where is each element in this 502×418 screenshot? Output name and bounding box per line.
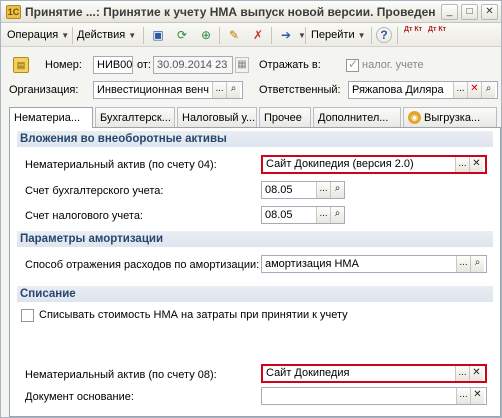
- select-button[interactable]: ...: [316, 182, 330, 198]
- date-label: от:: [137, 59, 151, 71]
- clear-icon[interactable]: ✕: [467, 82, 481, 98]
- calendar-icon[interactable]: ▦: [235, 57, 249, 73]
- intangible-04-label: Нематериальный актив (по счету 04):: [25, 159, 217, 171]
- responsible-field[interactable]: Ряжапова Диляра ... ✕ ⌕: [348, 81, 498, 99]
- tab-additional[interactable]: Дополнител...: [313, 107, 401, 127]
- tab-bar: Нематериа... Бухгалтерск... Налоговый у.…: [9, 107, 499, 128]
- base-document-label: Документ основание:: [25, 391, 134, 403]
- refresh-icon[interactable]: ⟳: [173, 26, 191, 44]
- select-button[interactable]: ...: [316, 207, 330, 223]
- save-icon[interactable]: ▣: [149, 26, 167, 44]
- title-bar: 1С Принятие ...: Принятие к учету НМА вы…: [1, 1, 501, 23]
- intangible-04-field[interactable]: Сайт Докипедия (версия 2.0) ... ✕: [261, 155, 487, 174]
- writeoff-checkbox-label: Списывать стоимость НМА на затраты при п…: [39, 309, 348, 321]
- tax-accounting-label: налог. учете: [362, 59, 424, 71]
- toolbar-divider: [271, 27, 272, 44]
- window-title: Принятие ...: Принятие к учету НМА выпус…: [25, 5, 435, 19]
- writeoff-checkbox[interactable]: [21, 309, 34, 322]
- based-on-icon[interactable]: ➔: [277, 26, 295, 44]
- accounting-account-value: 08.05: [265, 184, 293, 196]
- operation-menu[interactable]: Операция ▼: [7, 27, 69, 44]
- add-copy-icon[interactable]: ⊕: [197, 26, 215, 44]
- export-icon: ◉: [408, 111, 421, 124]
- toolbar-divider: [143, 27, 144, 44]
- toolbar-divider: [305, 27, 306, 44]
- actions-menu[interactable]: Действия ▼: [77, 27, 136, 44]
- amortization-method-label: Способ отражения расходов по амортизации…: [25, 259, 260, 271]
- select-button[interactable]: ...: [455, 366, 469, 381]
- clear-icon[interactable]: ✕: [469, 157, 483, 172]
- date-field[interactable]: 30.09.2014 23: [153, 56, 233, 74]
- help-icon[interactable]: ?: [376, 27, 392, 43]
- chevron-down-icon: ▼: [128, 31, 137, 40]
- intangible-08-field[interactable]: Сайт Докипедия ... ✕: [261, 364, 487, 383]
- amortization-method-value: амортизация НМА: [265, 258, 359, 270]
- tab-export-label: Выгрузка...: [424, 112, 481, 124]
- unpost-document-icon[interactable]: ✗: [249, 26, 267, 44]
- clear-icon[interactable]: ✕: [470, 388, 484, 404]
- toolbar-divider: [397, 27, 398, 44]
- organization-label: Организация:: [9, 84, 79, 96]
- section-amortization: Параметры амортизации: [17, 231, 493, 247]
- toolbar-divider: [72, 27, 73, 44]
- section-noncurrent-assets: Вложения во внеоборотные активы: [17, 131, 493, 147]
- dt-kt-report-icon[interactable]: Дт Кт: [403, 26, 423, 44]
- search-icon[interactable]: ⌕: [330, 207, 344, 223]
- organization-field[interactable]: Инвестиционная венч ... ⌕: [93, 81, 243, 99]
- intangible-04-value: Сайт Докипедия (версия 2.0): [266, 158, 414, 170]
- intangible-08-label: Нематериальный актив (по счету 08):: [25, 369, 217, 381]
- document-icon: ▤: [13, 57, 29, 73]
- minimize-icon[interactable]: _: [441, 4, 458, 20]
- amortization-method-field[interactable]: амортизация НМА ... ⌕: [261, 255, 487, 273]
- select-button[interactable]: ...: [453, 82, 467, 98]
- section-writeoff: Списание: [17, 286, 493, 302]
- responsible-value: Ряжапова Диляра: [352, 84, 444, 96]
- select-button[interactable]: ...: [455, 157, 469, 172]
- tab-tax[interactable]: Налоговый у...: [177, 107, 257, 127]
- organization-value: Инвестиционная венч: [97, 84, 209, 96]
- number-field[interactable]: НИВ00: [93, 56, 133, 74]
- select-button[interactable]: ...: [212, 82, 226, 98]
- accounting-account-label: Счет бухгалтерского учета:: [25, 185, 164, 197]
- search-icon[interactable]: ⌕: [226, 82, 240, 98]
- clear-icon[interactable]: ✕: [469, 366, 483, 381]
- goto-menu[interactable]: Перейти ▼: [311, 27, 366, 44]
- operation-menu-label: Операция: [7, 29, 59, 41]
- base-document-field[interactable]: ... ✕: [261, 387, 487, 405]
- close-icon[interactable]: ✕: [481, 4, 498, 20]
- app-icon: 1С: [6, 5, 21, 19]
- toolbar-divider: [219, 27, 220, 44]
- chevron-down-icon: ▼: [61, 31, 70, 40]
- toolbar: Операция ▼ Действия ▼ ▣ ⟳ ⊕ ✎ ✗ ➔ ▼ Перейт…: [1, 23, 501, 47]
- tab-other[interactable]: Прочее: [259, 107, 311, 127]
- responsible-label: Ответственный:: [259, 84, 341, 96]
- tax-account-field[interactable]: 08.05 ... ⌕: [261, 206, 345, 224]
- search-icon[interactable]: ⌕: [470, 256, 484, 272]
- reflect-label: Отражать в:: [259, 59, 321, 71]
- tax-accounting-checkbox[interactable]: [346, 57, 359, 72]
- tab-export[interactable]: ◉ Выгрузка...: [403, 107, 497, 127]
- post-document-icon[interactable]: ✎: [225, 26, 243, 44]
- maximize-icon[interactable]: □: [461, 4, 478, 20]
- tab-intangible[interactable]: Нематериа...: [9, 107, 93, 128]
- dt-kt-n-report-icon[interactable]: Дт Кт: [427, 26, 447, 44]
- tax-account-value: 08.05: [265, 209, 293, 221]
- actions-menu-label: Действия: [77, 29, 126, 41]
- intangible-08-value: Сайт Докипедия: [266, 367, 350, 379]
- accounting-account-field[interactable]: 08.05 ... ⌕: [261, 181, 345, 199]
- tab-accounting[interactable]: Бухгалтерск...: [95, 107, 175, 127]
- select-button[interactable]: ...: [456, 256, 470, 272]
- search-icon[interactable]: ⌕: [481, 82, 495, 98]
- number-label: Номер:: [45, 59, 82, 71]
- select-button[interactable]: ...: [456, 388, 470, 404]
- document-window: 1С Принятие ...: Принятие к учету НМА вы…: [0, 0, 502, 418]
- chevron-down-icon: ▼: [357, 31, 366, 40]
- toolbar-divider: [371, 27, 372, 44]
- tax-account-label: Счет налогового учета:: [25, 210, 143, 222]
- search-icon[interactable]: ⌕: [330, 182, 344, 198]
- goto-menu-label: Перейти: [311, 29, 355, 41]
